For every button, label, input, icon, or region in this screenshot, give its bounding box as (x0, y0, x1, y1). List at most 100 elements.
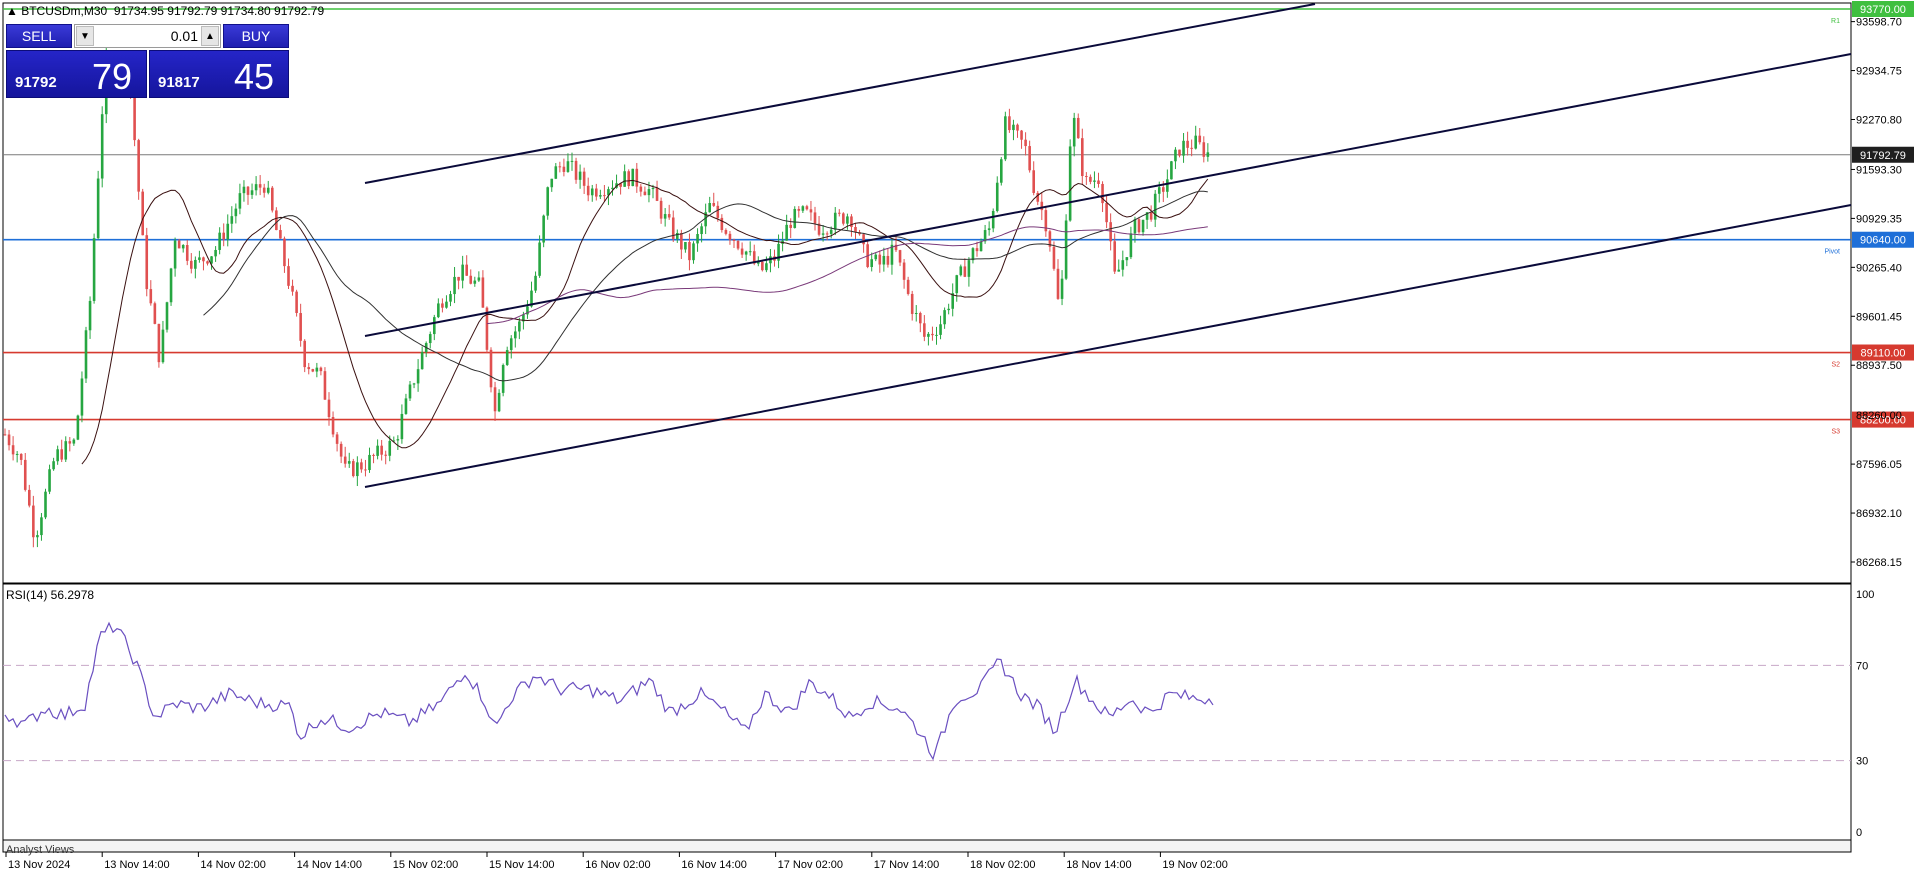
candle-body (1198, 135, 1202, 143)
candle-body (667, 214, 671, 218)
candle-body (416, 369, 420, 384)
chart-canvas[interactable]: R1 Pivot S2 S3 93770.00 91792.79 90640.00 8911… (0, 0, 1916, 874)
candle-body (198, 257, 201, 260)
candle-body (1137, 219, 1141, 233)
analyst-views-tab[interactable]: Analyst Views (6, 844, 74, 856)
candle-body (1194, 135, 1197, 149)
candle-body (833, 212, 837, 230)
candle-body (947, 308, 950, 311)
sell-price-box[interactable]: 91792 79 (6, 50, 147, 98)
candle-body (931, 333, 934, 336)
candle-body (955, 275, 959, 294)
rsi-label: RSI(14) 56.2978 (6, 588, 95, 602)
candle-body (481, 277, 485, 308)
price-axis-label: 90265.40 (1856, 262, 1902, 274)
price-tag-label: 93770.00 (1860, 4, 1906, 16)
rsi-line (4, 621, 1214, 761)
candle-body (582, 171, 586, 186)
candle-body (501, 364, 505, 393)
candle-body (15, 453, 19, 455)
candle-body (469, 275, 473, 284)
candle-body (1060, 278, 1064, 299)
candle-body (716, 205, 720, 218)
candle-body (1206, 152, 1210, 157)
time-axis-label: 14 Nov 14:00 (297, 859, 362, 871)
candle-body (599, 195, 602, 197)
candle-body (902, 262, 906, 280)
candle-body (461, 264, 464, 281)
candle-body (574, 160, 578, 180)
candle-body (825, 233, 829, 235)
time-axis-label: 16 Nov 14:00 (681, 859, 746, 871)
candle-body (1162, 187, 1165, 192)
time-axis-label: 17 Nov 14:00 (874, 859, 939, 871)
buy-price-big: 45 (233, 56, 274, 97)
candle-body (1105, 203, 1108, 223)
candle-body (88, 300, 92, 331)
candle-body (554, 166, 558, 179)
candle-body (32, 505, 35, 538)
price-axis-label: 86932.10 (1856, 508, 1902, 520)
candle-body (943, 310, 946, 325)
price-axis-label: 87596.05 (1856, 459, 1902, 471)
time-axis-label: 15 Nov 02:00 (393, 859, 458, 871)
candle-body (927, 333, 930, 337)
candle-body (813, 212, 817, 224)
lot-size-stepper[interactable]: ▼ 0.01 ▲ (74, 24, 221, 48)
candle-body (7, 434, 11, 446)
candle-body (1068, 146, 1072, 221)
rsi-axis-label: 100 (1856, 589, 1874, 601)
price-axis-label: 92270.80 (1856, 115, 1902, 127)
sell-price-main: 91792 (15, 74, 57, 91)
candle-body (1040, 201, 1044, 211)
collapse-arrow-icon[interactable]: ▲ (6, 4, 21, 18)
candle-body (100, 114, 104, 179)
candle-body (505, 350, 509, 365)
price-tag-label: 89110.00 (1860, 348, 1905, 360)
candle-body (445, 301, 448, 308)
candle-body (744, 251, 748, 255)
lot-increase-icon[interactable]: ▲ (201, 26, 219, 46)
candle-body (643, 191, 647, 196)
lot-decrease-icon[interactable]: ▼ (76, 26, 94, 46)
candle-body (149, 289, 153, 304)
candle-body (28, 489, 31, 506)
candle-body (838, 212, 841, 214)
level-tag: R1 (1831, 18, 1840, 25)
candle-body (44, 491, 47, 518)
candle-body (254, 184, 258, 191)
candle-body (570, 160, 574, 162)
candle-body (882, 255, 886, 265)
candle-body (1157, 187, 1161, 194)
rsi-axis-label: 30 (1856, 756, 1868, 768)
level-tag: S2 (1831, 362, 1840, 369)
candle-body (315, 367, 319, 372)
candle-body (56, 449, 59, 462)
candle-body (141, 191, 144, 236)
chart-symbol: BTCUSDm,M30 (21, 4, 108, 18)
sell-button[interactable]: SELL (6, 24, 72, 48)
price-tag-label: 90640.00 (1860, 235, 1906, 247)
price-tag-label: 91792.79 (1860, 150, 1906, 162)
time-axis-label: 18 Nov 02:00 (970, 859, 1035, 871)
price-axis-label: 92934.75 (1856, 66, 1902, 78)
candle-body (11, 445, 15, 455)
candle-body (376, 445, 379, 456)
buy-price-box[interactable]: 91817 45 (149, 50, 289, 98)
candle-body (408, 384, 412, 399)
candle-body (339, 443, 343, 457)
candle-body (639, 186, 643, 192)
lot-size-input[interactable]: 0.01 (97, 28, 198, 44)
candle-body (202, 257, 205, 262)
candle-body (1032, 170, 1035, 193)
candle-body (821, 233, 825, 235)
buy-button[interactable]: BUY (223, 24, 289, 48)
candle-body (279, 230, 282, 239)
bottom-panel-strip (2, 839, 1852, 853)
candle-body (437, 303, 440, 318)
candle-body (740, 248, 744, 255)
candle-body (898, 250, 902, 263)
candle-body (1085, 176, 1088, 178)
candle-body (52, 461, 55, 470)
candle-body (1097, 180, 1100, 184)
